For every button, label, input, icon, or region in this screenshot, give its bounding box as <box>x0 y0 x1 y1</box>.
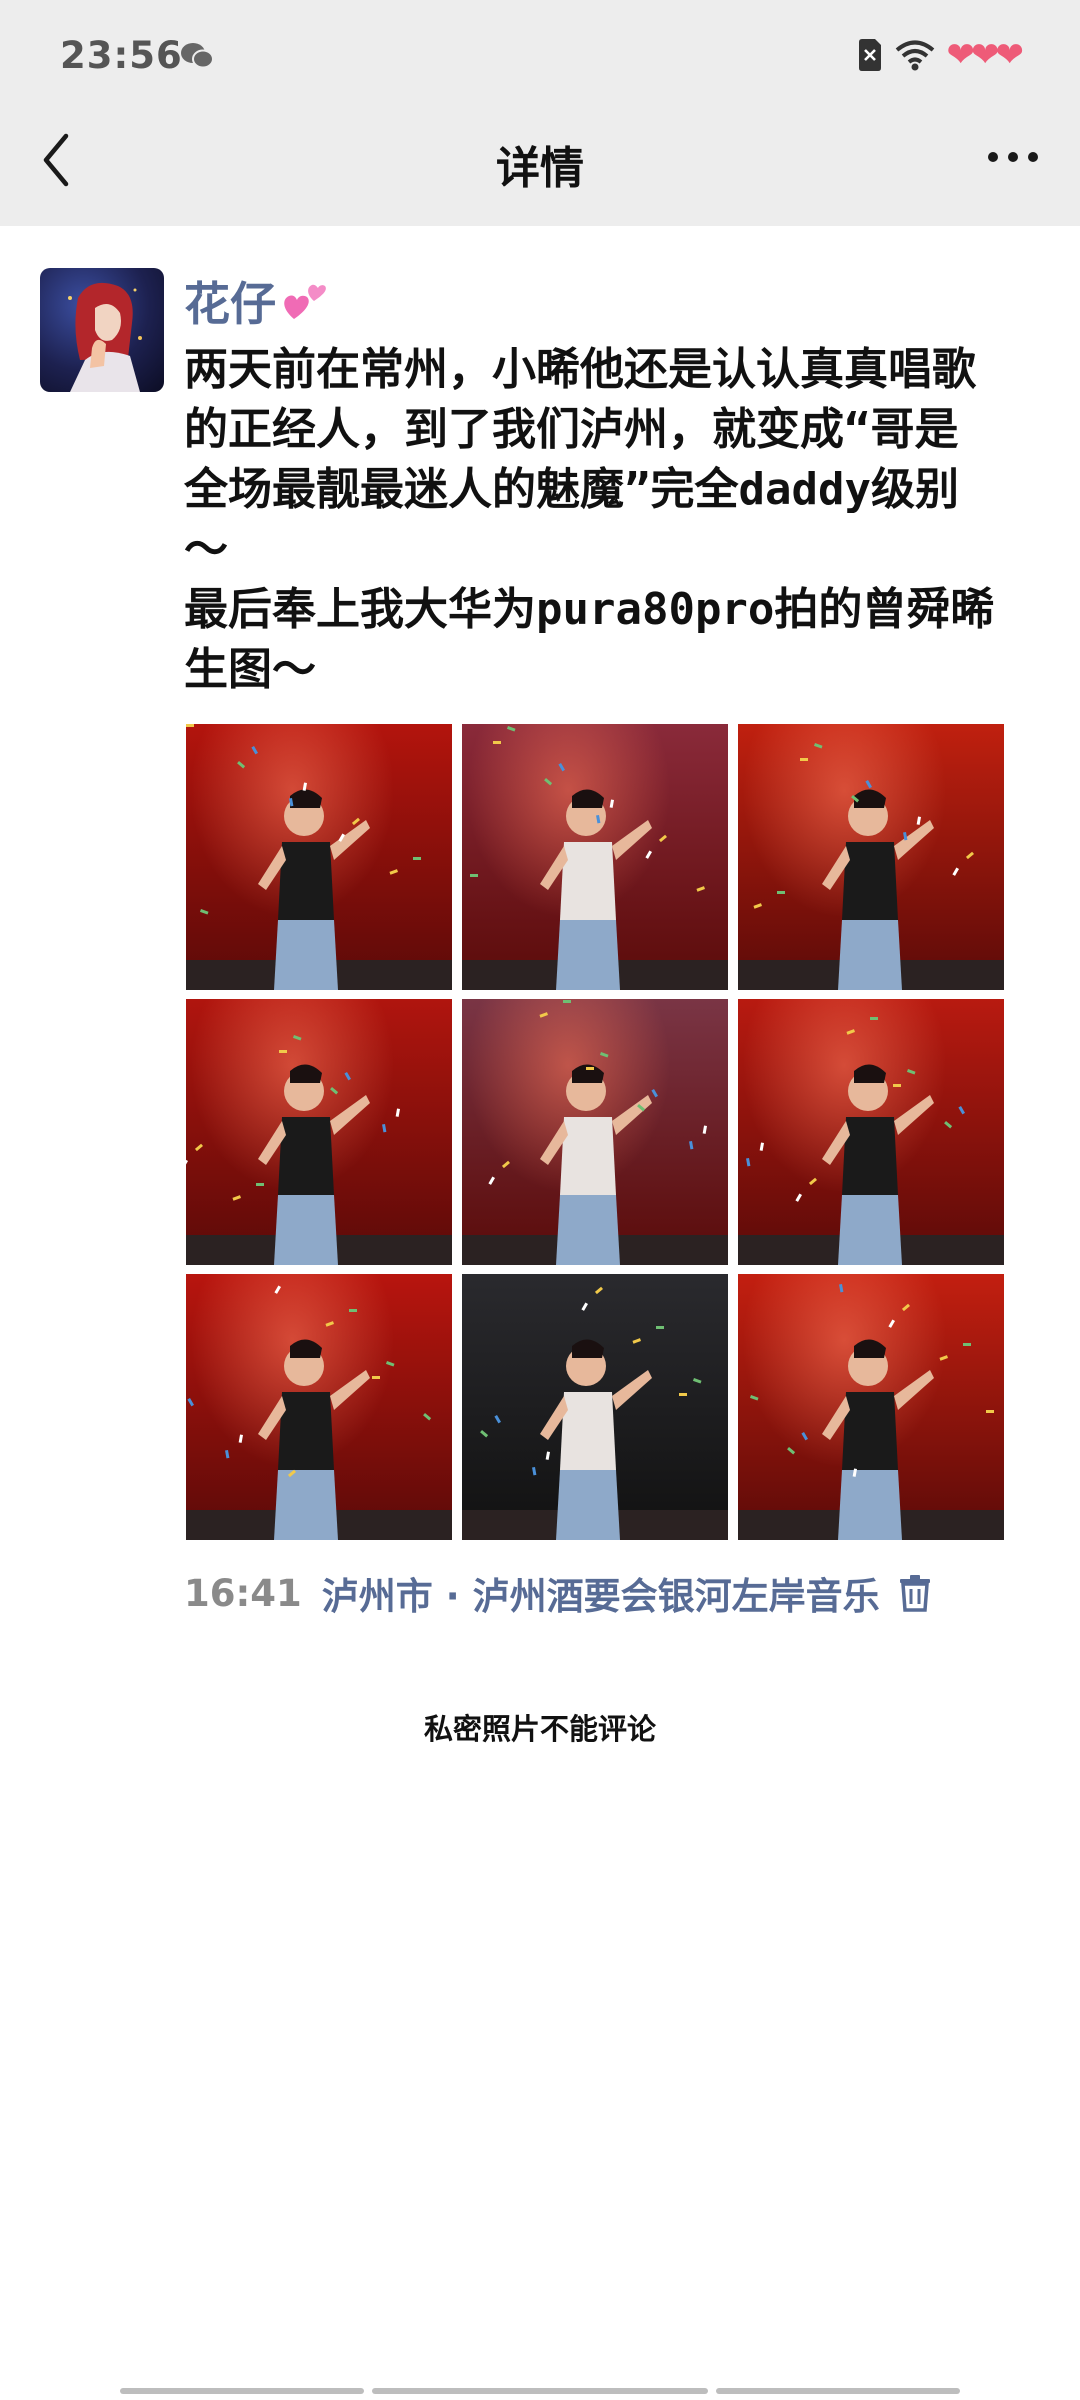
performer-figure <box>738 1017 1004 1265</box>
gesture-bar-segment <box>372 2388 708 2394</box>
post-text: 两天前在常州，小晞他还是认认真真唱歌 的正经人，到了我们泸州，就变成“哥是 全场… <box>184 344 995 695</box>
photo-thumbnail[interactable] <box>186 724 452 990</box>
avatar[interactable] <box>40 268 164 392</box>
page-title: 详情 <box>496 143 584 194</box>
status-right: ❤❤❤ <box>857 35 1024 75</box>
photo-thumbnail[interactable] <box>738 999 1004 1265</box>
post-time: 16:41 <box>184 1571 302 1615</box>
dot <box>1028 152 1038 162</box>
photo-thumbnail[interactable] <box>186 1274 452 1540</box>
avatar-image <box>68 282 142 392</box>
username[interactable]: 花仔 <box>184 268 328 334</box>
photo-thumbnail[interactable] <box>462 1274 728 1540</box>
photo-thumbnail[interactable] <box>186 999 452 1265</box>
performer-figure <box>462 1286 728 1540</box>
more-dots-icon[interactable] <box>988 152 1038 162</box>
gesture-bar-segment <box>716 2388 960 2394</box>
two-hearts-icon <box>284 284 326 319</box>
photo-thumbnail[interactable] <box>462 999 728 1265</box>
performer-figure <box>462 1000 728 1265</box>
photo-thumbnail[interactable] <box>738 1274 1004 1540</box>
top-header: 23:56 ❤❤❤ 详情 <box>0 0 1080 226</box>
post-location[interactable]: 泸州市 · 泸州酒要会银河左岸音乐 <box>322 1566 880 1620</box>
dot <box>1008 152 1018 162</box>
performer-figure <box>186 1285 452 1540</box>
post-meta: 16:41 泸州市 · 泸州酒要会银河左岸音乐 <box>184 1566 932 1620</box>
performer-figure <box>186 724 452 990</box>
username-text: 花仔 <box>184 277 276 331</box>
photo-grid <box>186 724 1004 1540</box>
sim-card-icon <box>858 39 881 71</box>
dot <box>988 152 998 162</box>
wifi-icon <box>895 40 934 71</box>
hearts-icon: ❤❤❤ <box>946 35 1024 75</box>
trash-icon[interactable] <box>898 1574 932 1612</box>
gesture-bar-segment <box>120 2388 364 2394</box>
wechat-icon <box>181 43 214 69</box>
performer-figure <box>738 1284 1004 1540</box>
photo-thumbnail[interactable] <box>462 724 728 990</box>
status-time: 23:56 <box>60 34 183 77</box>
performer-figure <box>462 726 728 990</box>
photo-thumbnail[interactable] <box>738 724 1004 990</box>
private-comment-note: 私密照片不能评论 <box>423 1712 656 1746</box>
performer-figure <box>186 1035 452 1265</box>
performer-figure <box>738 743 1004 990</box>
